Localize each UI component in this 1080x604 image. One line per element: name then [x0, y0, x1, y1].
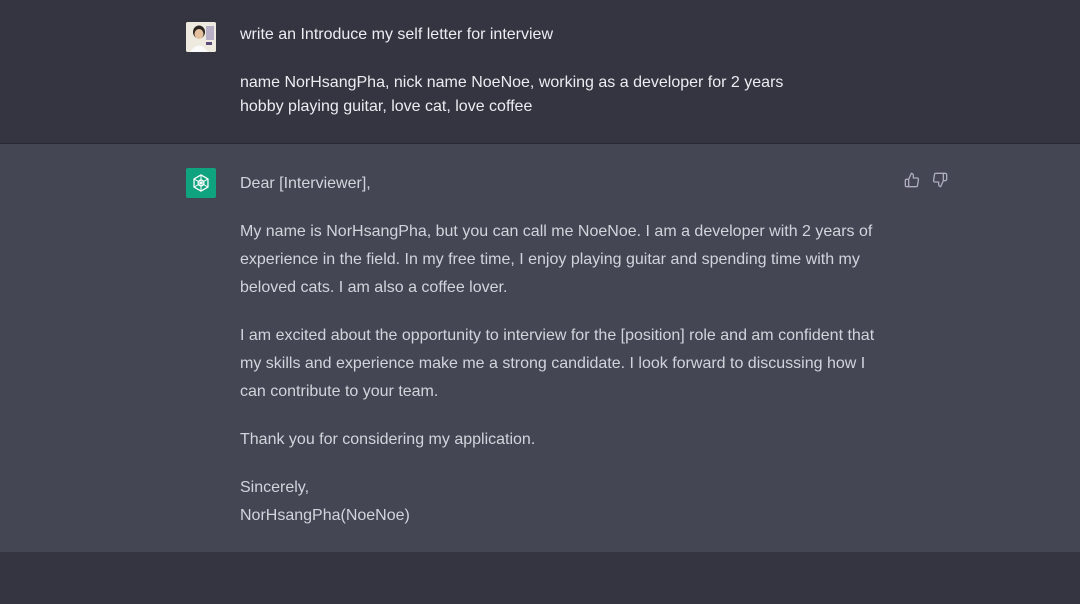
openai-logo-icon [193, 174, 209, 192]
assistant-avatar [186, 168, 216, 198]
letter-paragraph-2: I am excited about the opportunity to in… [240, 327, 875, 400]
letter-closing: Sincerely, [240, 479, 310, 496]
thumbs-up-icon [904, 172, 920, 188]
letter-signature: NorHsangPha(NoeNoe) [240, 507, 410, 524]
letter-greeting: Dear [Interviewer], [240, 175, 371, 192]
user-message-line-2: name NorHsangPha, nick name NoeNoe, work… [240, 74, 784, 91]
thumbs-up-button[interactable] [904, 171, 920, 189]
user-message-line-3: hobby playing guitar, love cat, love cof… [240, 98, 533, 115]
letter-paragraph-1: My name is NorHsangPha, but you can call… [240, 223, 873, 296]
user-message-row: write an Introduce my self letter for in… [0, 0, 1080, 144]
thumbs-down-button[interactable] [932, 171, 948, 189]
assistant-message-text: Dear [Interviewer], My name is NorHsangP… [240, 170, 890, 530]
bottom-area [0, 552, 1080, 604]
user-message-line-1: write an Introduce my self letter for in… [240, 26, 554, 43]
thumbs-down-icon [932, 172, 948, 188]
feedback-buttons [904, 171, 948, 189]
user-avatar [186, 22, 216, 52]
letter-paragraph-3: Thank you for considering my application… [240, 431, 536, 448]
user-message-text: write an Introduce my self letter for in… [240, 23, 890, 119]
